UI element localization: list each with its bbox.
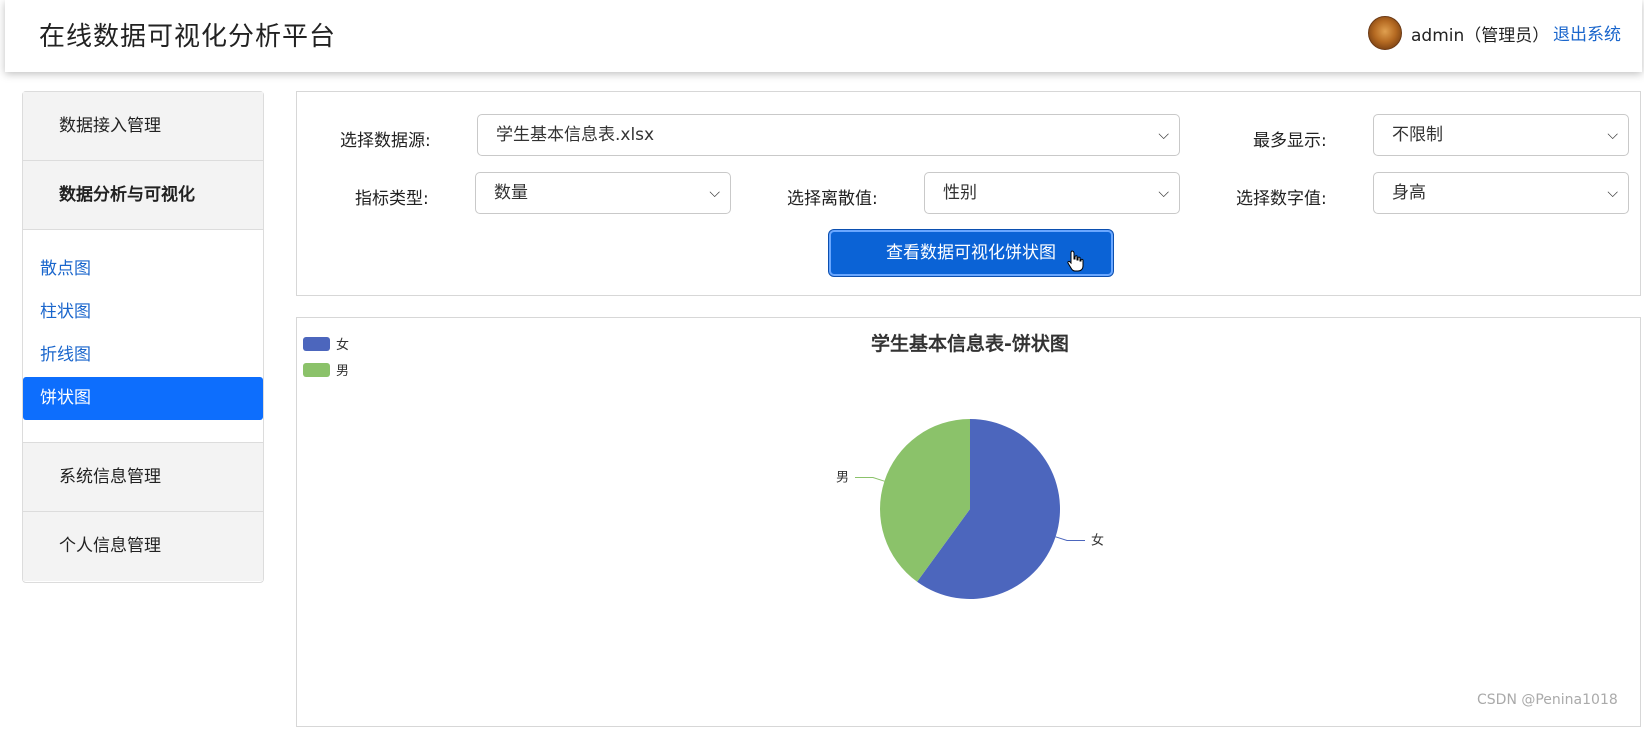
chevron-down-icon: ⌵ <box>1158 127 1169 143</box>
sidebar-group-personal[interactable]: 个人信息管理 <box>23 512 263 581</box>
pie-label-line-male <box>854 476 885 482</box>
user-name: admin（管理员） <box>1411 26 1550 46</box>
legend-swatch-female[interactable] <box>303 337 330 351</box>
sidebar-item-line[interactable]: 折线图 <box>23 334 263 377</box>
legend-label-female[interactable]: 女 <box>336 337 349 353</box>
sidebar: 数据接入管理 数据分析与可视化 散点图 柱状图 折线图 饼状图 系统信息管理 个… <box>22 91 264 583</box>
sidebar-group-data-access[interactable]: 数据接入管理 <box>23 92 263 161</box>
chevron-down-icon: ⌵ <box>1607 127 1618 143</box>
pie-chart: 学生基本信息表-饼状图 女男 女男 <box>303 332 1104 599</box>
sidebar-group-analysis[interactable]: 数据分析与可视化 <box>23 161 263 230</box>
discrete-select[interactable]: 性别 ⌵ <box>924 172 1180 214</box>
legend-label-male[interactable]: 男 <box>336 364 349 379</box>
datasource-value: 学生基本信息表.xlsx <box>496 125 655 145</box>
numeric-value: 身高 <box>1392 183 1426 203</box>
metric-type-value: 数量 <box>494 183 528 203</box>
chevron-down-icon: ⌵ <box>1158 185 1169 201</box>
sidebar-item-pie[interactable]: 饼状图 <box>23 377 263 420</box>
datasource-label: 选择数据源: <box>340 131 431 151</box>
app-title: 在线数据可视化分析平台 <box>39 22 337 52</box>
metric-type-select[interactable]: 数量 ⌵ <box>475 172 731 214</box>
pie-label-male: 男 <box>836 470 849 485</box>
discrete-value: 性别 <box>943 183 977 203</box>
sidebar-group-system[interactable]: 系统信息管理 <box>23 443 263 512</box>
metric-type-label: 指标类型: <box>355 189 429 209</box>
sidebar-item-bar[interactable]: 柱状图 <box>23 291 263 334</box>
pie-label-line-female <box>1055 536 1086 542</box>
chevron-down-icon: ⌵ <box>1607 185 1618 201</box>
max-display-label: 最多显示: <box>1253 131 1327 151</box>
chart-title: 学生基本信息表-饼状图 <box>871 332 1069 355</box>
max-display-select[interactable]: 不限制 ⌵ <box>1373 114 1629 156</box>
legend-swatch-male[interactable] <box>303 363 330 377</box>
sidebar-submenu: 散点图 柱状图 折线图 饼状图 <box>23 230 263 443</box>
watermark: CSDN @Penina1018 <box>1477 692 1618 708</box>
logout-link[interactable]: 退出系统 <box>1553 20 1621 45</box>
max-display-value: 不限制 <box>1392 125 1443 145</box>
hand-cursor-icon <box>1067 250 1084 272</box>
numeric-select[interactable]: 身高 ⌵ <box>1373 172 1629 214</box>
datasource-select[interactable]: 学生基本信息表.xlsx ⌵ <box>477 114 1180 156</box>
chart-legend: 女男 <box>303 337 349 379</box>
chart-panel: 学生基本信息表-饼状图 女男 女男 <box>296 317 1641 727</box>
pie-label-female: 女 <box>1091 533 1104 549</box>
sidebar-item-scatter[interactable]: 散点图 <box>23 248 263 291</box>
chevron-down-icon: ⌵ <box>709 185 720 201</box>
discrete-label: 选择离散值: <box>787 189 878 209</box>
numeric-label: 选择数字值: <box>1236 189 1327 209</box>
avatar[interactable] <box>1368 16 1402 50</box>
pie-slices <box>880 419 1060 599</box>
